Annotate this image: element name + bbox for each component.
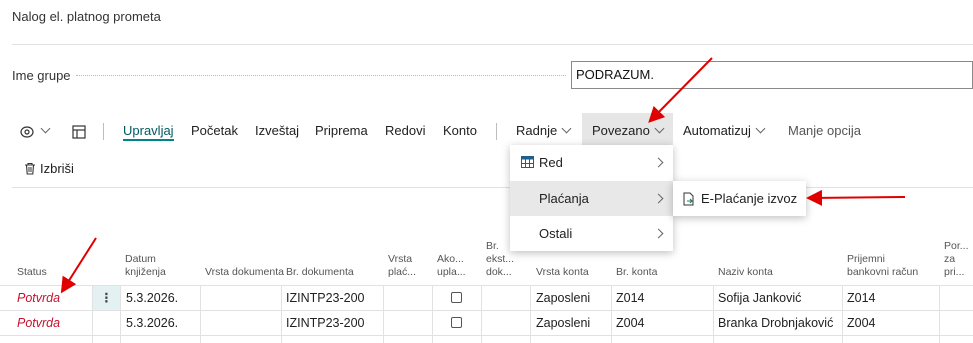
arrow-to-status xyxy=(60,237,97,294)
annotation-arrows xyxy=(60,57,906,294)
arrow-to-povezano xyxy=(648,57,713,123)
arrow-to-e-placanje xyxy=(806,189,906,206)
